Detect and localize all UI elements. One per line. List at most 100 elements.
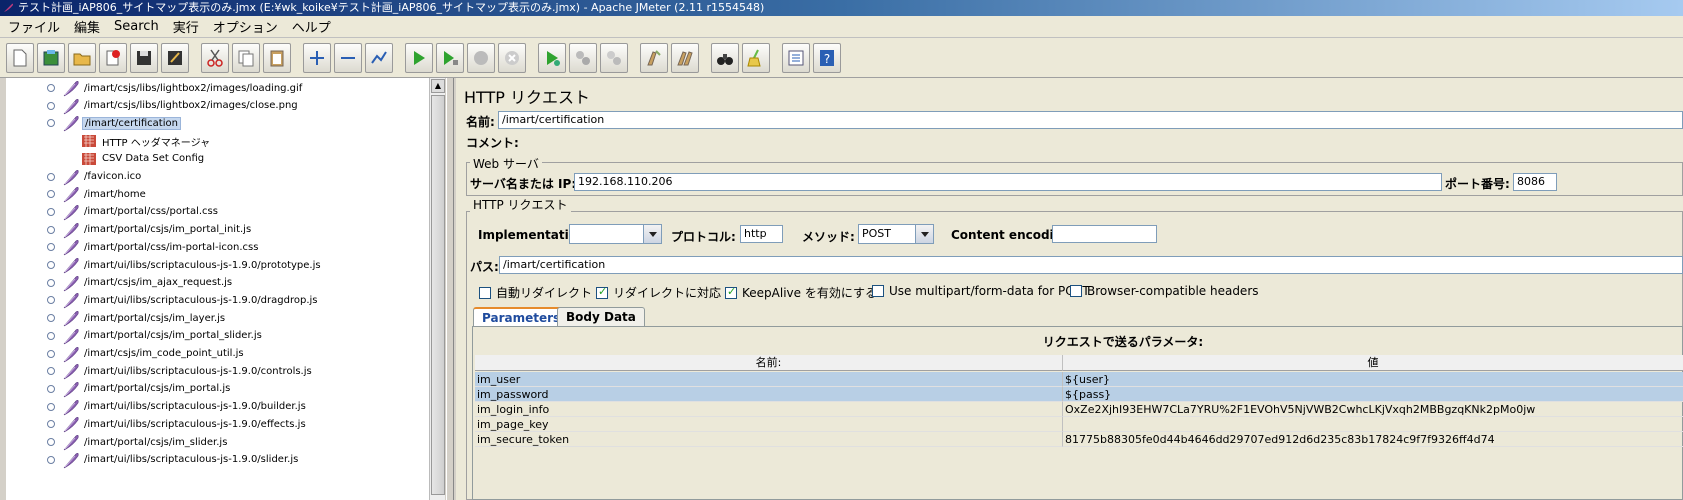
search-button[interactable]: [711, 42, 739, 73]
clear-all-button[interactable]: [671, 42, 699, 73]
tree-expand-handle[interactable]: [47, 190, 55, 199]
tree-expand-handle[interactable]: [47, 84, 55, 92]
column-header-name[interactable]: 名前:: [475, 355, 1063, 371]
clear-button[interactable]: [640, 42, 668, 73]
tree-expand-handle[interactable]: [47, 420, 55, 429]
tree-expand-handle[interactable]: [47, 455, 55, 464]
multipart-checkbox[interactable]: Use multipart/form-data for POST: [872, 284, 1090, 298]
tree-expand-handle[interactable]: [47, 314, 55, 323]
param-name-cell[interactable]: im_password: [475, 387, 1063, 402]
open-button[interactable]: [68, 42, 96, 73]
reset-search-button[interactable]: [742, 42, 770, 73]
table-row[interactable]: im_login_info OxZe2XjhI93EHW7CLa7YRU%2F1E…: [475, 402, 1683, 417]
table-row[interactable]: im_page_key: [475, 417, 1683, 432]
tree-item[interactable]: HTTP ヘッダマネージャ: [6, 132, 435, 150]
encoding-field[interactable]: [1052, 225, 1157, 243]
templates-button[interactable]: [37, 42, 65, 73]
tree-item[interactable]: /imart/portal/css/portal.css: [6, 203, 435, 221]
param-value-cell[interactable]: ${pass}: [1063, 387, 1683, 402]
remote-stop-button[interactable]: [569, 42, 597, 73]
tree-item[interactable]: /imart/portal/csjs/im_slider.js: [6, 433, 435, 451]
menu-run[interactable]: 実行: [173, 17, 199, 36]
tree-item[interactable]: /imart/ui/libs/scriptaculous-js-1.9.0/pr…: [6, 256, 435, 274]
save-button[interactable]: [130, 42, 158, 73]
toggle-button[interactable]: [365, 42, 393, 73]
tree-expand-handle[interactable]: [47, 331, 55, 340]
tree-expand-handle[interactable]: [47, 367, 55, 376]
auto-redirect-checkbox[interactable]: 自動リダイレクト: [479, 284, 592, 301]
shutdown-button[interactable]: [498, 42, 526, 73]
split-pane-divider[interactable]: [446, 78, 454, 500]
menu-help[interactable]: ヘルプ: [292, 17, 331, 36]
tree-item[interactable]: /imart/home: [6, 185, 435, 203]
port-field[interactable]: 8086: [1513, 173, 1557, 191]
tree-expand-handle[interactable]: [47, 243, 55, 252]
tree-expand-handle[interactable]: [47, 296, 55, 305]
param-value-cell[interactable]: OxZe2XjhI93EHW7CLa7YRU%2F1EVOhV5NjVWB2Cw…: [1063, 402, 1683, 417]
menu-edit[interactable]: 編集: [74, 17, 100, 36]
keepalive-checkbox[interactable]: KeepAlive を有効にする: [725, 284, 877, 301]
paste-button[interactable]: [263, 42, 291, 73]
tab-body-data[interactable]: Body Data: [557, 307, 645, 327]
tree-item[interactable]: /imart/csjs/im_ajax_request.js: [6, 274, 435, 292]
close-button[interactable]: [99, 42, 127, 73]
server-field[interactable]: 192.168.110.206: [574, 173, 1442, 191]
tree-item[interactable]: /imart/ui/libs/scriptaculous-js-1.9.0/co…: [6, 362, 435, 380]
stop-button[interactable]: [467, 42, 495, 73]
menu-options[interactable]: オプション: [213, 17, 278, 36]
tree-item[interactable]: /imart/ui/libs/scriptaculous-js-1.9.0/ef…: [6, 415, 435, 433]
method-select[interactable]: POST: [858, 224, 934, 244]
tree-expand-handle[interactable]: [47, 438, 55, 446]
copy-button[interactable]: [232, 42, 260, 73]
collapse-all-button[interactable]: [334, 42, 362, 73]
param-name-cell[interactable]: im_login_info: [475, 402, 1063, 417]
cut-button[interactable]: [201, 42, 229, 73]
param-name-cell[interactable]: im_user: [475, 372, 1063, 387]
tree-item[interactable]: /imart/csjs/im_code_point_util.js: [6, 345, 435, 363]
param-value-cell[interactable]: ${user}: [1063, 372, 1683, 387]
tree-item[interactable]: /imart/ui/libs/scriptaculous-js-1.9.0/bu…: [6, 398, 435, 416]
param-name-cell[interactable]: im_secure_token: [475, 432, 1063, 447]
tree-expand-handle[interactable]: [47, 225, 55, 234]
tree-expand-handle[interactable]: [47, 402, 55, 411]
implementation-select[interactable]: [569, 224, 662, 244]
tree-item[interactable]: /imart/ui/libs/scriptaculous-js-1.9.0/dr…: [6, 291, 435, 309]
tree-item[interactable]: /imart/portal/csjs/im_portal_slider.js: [6, 327, 435, 345]
scroll-up-arrow[interactable]: ▲: [431, 79, 445, 93]
new-button[interactable]: [6, 42, 34, 73]
help-button[interactable]: ?: [813, 42, 841, 73]
tree-expand-handle[interactable]: [47, 101, 55, 110]
start-no-pause-button[interactable]: [436, 42, 464, 73]
tree-item[interactable]: CSV Data Set Config: [6, 150, 435, 168]
tree-expand-handle[interactable]: [47, 278, 55, 287]
tree-expand-handle[interactable]: [47, 119, 55, 128]
function-helper-button[interactable]: [782, 42, 810, 73]
tree-item[interactable]: /imart/csjs/libs/lightbox2/images/close.…: [6, 97, 435, 115]
tree-item[interactable]: /imart/portal/csjs/im_layer.js: [6, 309, 435, 327]
expand-all-button[interactable]: [303, 42, 331, 73]
tree-item[interactable]: /imart/ui/libs/scriptaculous-js-1.9.0/sl…: [6, 451, 435, 469]
tree-item[interactable]: /imart/portal/csjs/im_portal_init.js: [6, 221, 435, 239]
column-header-value[interactable]: 値: [1063, 355, 1683, 371]
tree-expand-handle[interactable]: [47, 261, 55, 269]
remote-start-button[interactable]: [538, 42, 566, 73]
tree-expand-handle[interactable]: [47, 207, 55, 216]
test-plan-tree[interactable]: /imart/csjs/libs/lightbox2/images/loadin…: [6, 78, 436, 500]
menu-file[interactable]: ファイル: [8, 17, 60, 36]
table-row[interactable]: im_user ${user}: [475, 372, 1683, 387]
path-field[interactable]: /imart/certification: [499, 256, 1683, 274]
tree-item[interactable]: /imart/csjs/libs/lightbox2/images/loadin…: [6, 79, 435, 97]
param-name-cell[interactable]: im_page_key: [475, 417, 1063, 432]
table-row[interactable]: im_secure_token 81775b88305fe0d44b4646dd2…: [475, 432, 1683, 447]
follow-redirects-checkbox[interactable]: リダイレクトに対応: [596, 284, 721, 301]
tree-item[interactable]: /imart/portal/csjs/im_portal.js: [6, 380, 435, 398]
start-button[interactable]: [405, 42, 433, 73]
menu-search[interactable]: Search: [114, 19, 159, 34]
param-value-cell[interactable]: 81775b88305fe0d44b4646dd29707ed912d6d235…: [1063, 432, 1683, 447]
browser-headers-checkbox[interactable]: Browser-compatible headers: [1070, 284, 1259, 298]
remote-shutdown-button[interactable]: [600, 42, 628, 73]
protocol-field[interactable]: http: [740, 225, 783, 243]
tree-scrollbar[interactable]: ▲: [429, 78, 445, 500]
tree-item[interactable]: /favicon.ico: [6, 168, 435, 186]
tree-expand-handle[interactable]: [47, 349, 55, 358]
